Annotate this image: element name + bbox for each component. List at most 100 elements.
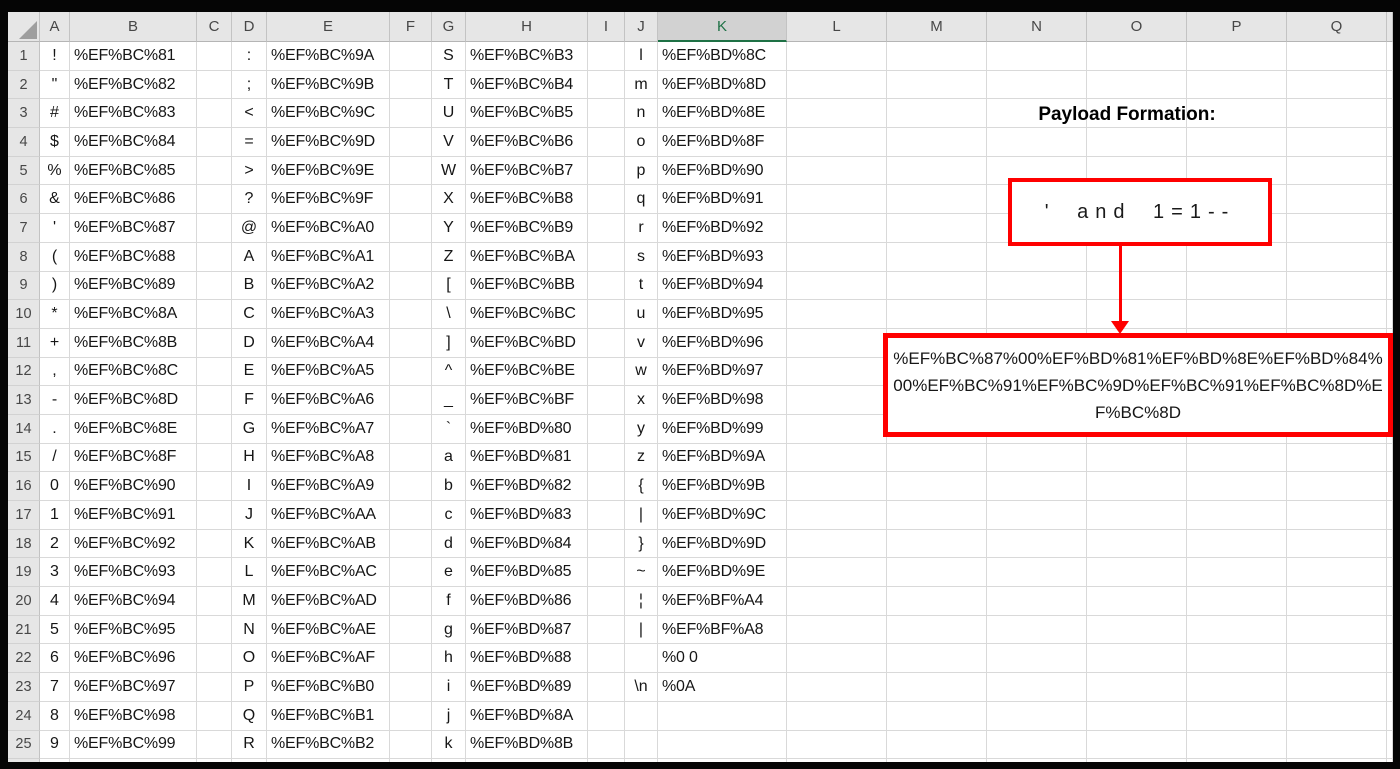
row-header-12[interactable]: 12 (8, 357, 40, 387)
cell-H12[interactable]: %EF%BC%BE (466, 357, 588, 387)
cell-K9[interactable]: %EF%BD%94 (658, 271, 787, 301)
row-header-6[interactable]: 6 (8, 185, 40, 215)
cell-C20[interactable] (197, 587, 232, 616)
cell-K10[interactable]: %EF%BD%95 (658, 300, 787, 329)
cell-I18[interactable] (588, 529, 625, 559)
cell-B4[interactable]: %EF%BC%84 (70, 128, 197, 157)
cell-I3[interactable] (588, 99, 625, 129)
cell-A10[interactable]: * (40, 300, 70, 329)
cell-C26[interactable] (197, 759, 232, 762)
cell-M12[interactable] (887, 357, 987, 387)
cell-K4[interactable]: %EF%BD%8F (658, 128, 787, 157)
row-header-18[interactable]: 18 (8, 529, 40, 559)
cell-O20[interactable] (1087, 587, 1187, 616)
cell-A21[interactable]: 5 (40, 615, 70, 645)
cell-G11[interactable]: ] (432, 328, 466, 358)
cell-A8[interactable]: ( (40, 242, 70, 272)
cell-J4[interactable]: o (625, 128, 658, 157)
cell-E25[interactable]: %EF%BC%B2 (267, 730, 390, 760)
cell-B20[interactable]: %EF%BC%94 (70, 587, 197, 616)
cell-H26[interactable] (466, 759, 588, 762)
cell-B25[interactable]: %EF%BC%99 (70, 730, 197, 760)
cell-Q8[interactable] (1287, 242, 1387, 272)
row-header-7[interactable]: 7 (8, 214, 40, 243)
cell-P2[interactable] (1187, 70, 1287, 100)
row-header-25[interactable]: 25 (8, 730, 40, 760)
cell-C10[interactable] (197, 300, 232, 329)
cell-E24[interactable]: %EF%BC%B1 (267, 701, 390, 731)
column-header-M[interactable]: M (887, 12, 987, 42)
cell-A7[interactable]: ' (40, 214, 70, 243)
cell-D23[interactable]: P (232, 673, 267, 702)
cell-H4[interactable]: %EF%BC%B6 (466, 128, 588, 157)
cell-B6[interactable]: %EF%BC%86 (70, 185, 197, 215)
cell-K1[interactable]: %EF%BD%8C (658, 42, 787, 71)
cell-D22[interactable]: O (232, 644, 267, 674)
cell-M7[interactable] (887, 214, 987, 243)
cell-C25[interactable] (197, 730, 232, 760)
cell-H5[interactable]: %EF%BC%B7 (466, 156, 588, 186)
cell-C8[interactable] (197, 242, 232, 272)
cell-N11[interactable] (987, 328, 1087, 358)
cell-F1[interactable] (390, 42, 432, 71)
cell-J13[interactable]: x (625, 386, 658, 415)
cell-C13[interactable] (197, 386, 232, 415)
cell-F3[interactable] (390, 99, 432, 129)
cell-B11[interactable]: %EF%BC%8B (70, 328, 197, 358)
cell-L7[interactable] (787, 214, 887, 243)
cell-O22[interactable] (1087, 644, 1187, 674)
cell-I12[interactable] (588, 357, 625, 387)
cell-F21[interactable] (390, 615, 432, 645)
cell-N8[interactable] (987, 242, 1087, 272)
column-header-H[interactable]: H (466, 12, 588, 42)
cell-Q5[interactable] (1287, 156, 1387, 186)
cell-N15[interactable] (987, 443, 1087, 473)
cell-G20[interactable]: f (432, 587, 466, 616)
cell-C9[interactable] (197, 271, 232, 301)
row-header-20[interactable]: 20 (8, 587, 40, 616)
row-header-3[interactable]: 3 (8, 99, 40, 129)
cell-L23[interactable] (787, 673, 887, 702)
cell-Q21[interactable] (1287, 615, 1387, 645)
column-header-O[interactable]: O (1087, 12, 1187, 42)
cell-A12[interactable]: , (40, 357, 70, 387)
row-header-15[interactable]: 15 (8, 443, 40, 473)
cell-A6[interactable]: & (40, 185, 70, 215)
cell-E18[interactable]: %EF%BC%AB (267, 529, 390, 559)
cell-P10[interactable] (1187, 300, 1287, 329)
cell-M14[interactable] (887, 414, 987, 444)
cell-N26[interactable] (987, 759, 1087, 762)
column-header-F[interactable]: F (390, 12, 432, 42)
cell-D5[interactable]: > (232, 156, 267, 186)
cell-G15[interactable]: a (432, 443, 466, 473)
cell-E6[interactable]: %EF%BC%9F (267, 185, 390, 215)
cell-L20[interactable] (787, 587, 887, 616)
cell-P7[interactable] (1187, 214, 1287, 243)
cell-H14[interactable]: %EF%BD%80 (466, 414, 588, 444)
cell-O12[interactable] (1087, 357, 1187, 387)
cell-L21[interactable] (787, 615, 887, 645)
row-header-17[interactable]: 17 (8, 501, 40, 530)
cell-J23[interactable]: \n (625, 673, 658, 702)
cell-L6[interactable] (787, 185, 887, 215)
cell-E21[interactable]: %EF%BC%AE (267, 615, 390, 645)
row-header-14[interactable]: 14 (8, 414, 40, 444)
cell-B23[interactable]: %EF%BC%97 (70, 673, 197, 702)
cell-Q12[interactable] (1287, 357, 1387, 387)
cell-J25[interactable] (625, 730, 658, 760)
cell-Q14[interactable] (1287, 414, 1387, 444)
cell-J21[interactable]: | (625, 615, 658, 645)
cell-K6[interactable]: %EF%BD%91 (658, 185, 787, 215)
cell-G6[interactable]: X (432, 185, 466, 215)
cell-B15[interactable]: %EF%BC%8F (70, 443, 197, 473)
cell-G19[interactable]: e (432, 558, 466, 588)
cell-K8[interactable]: %EF%BD%93 (658, 242, 787, 272)
cell-K2[interactable]: %EF%BD%8D (658, 70, 787, 100)
cell-N2[interactable] (987, 70, 1087, 100)
cell-H17[interactable]: %EF%BD%83 (466, 501, 588, 530)
cell-E5[interactable]: %EF%BC%9E (267, 156, 390, 186)
cell-C4[interactable] (197, 128, 232, 157)
cell-F4[interactable] (390, 128, 432, 157)
cell-A18[interactable]: 2 (40, 529, 70, 559)
column-header-J[interactable]: J (625, 12, 658, 42)
